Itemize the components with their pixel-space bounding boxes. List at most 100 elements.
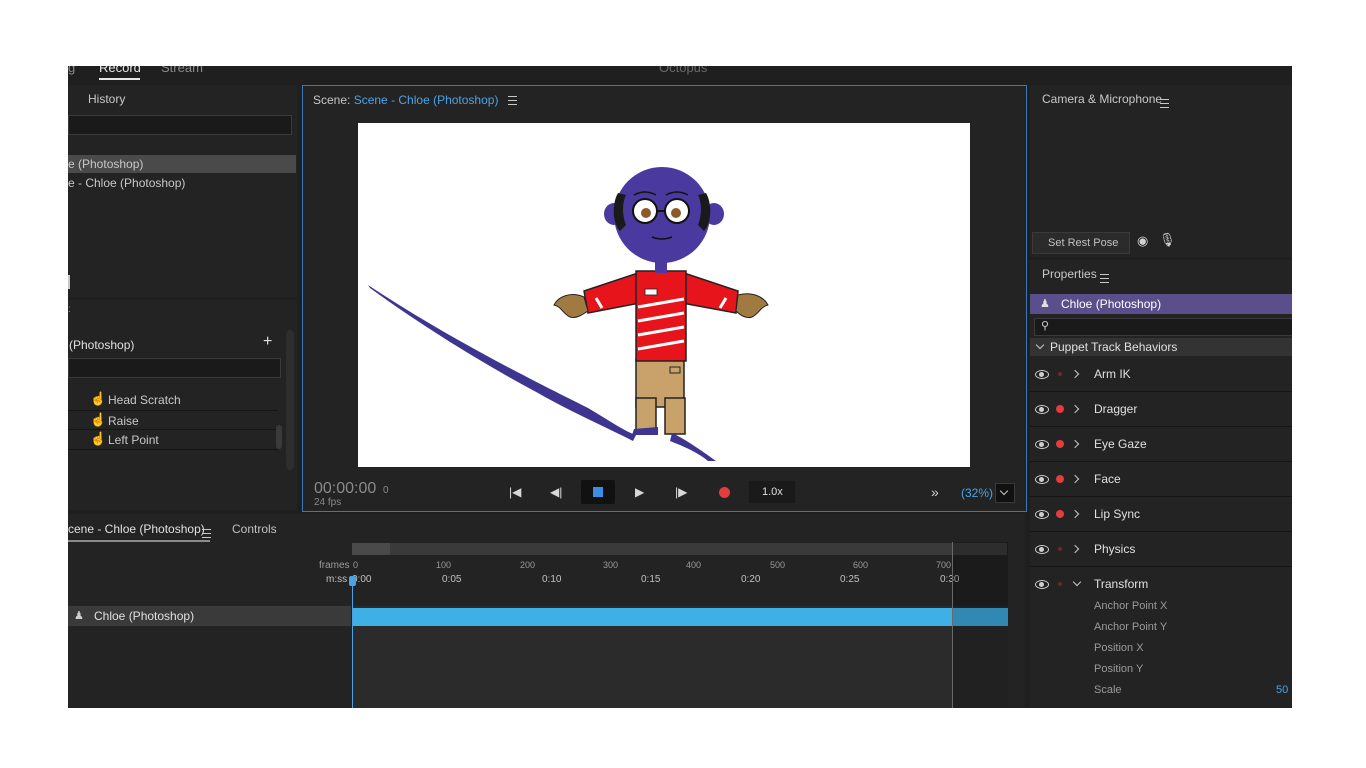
chevron-right-icon[interactable] (1070, 509, 1080, 519)
timeline-menu-icon[interactable] (202, 529, 211, 539)
arm-indicator[interactable] (1056, 475, 1064, 483)
play-button[interactable]: ▶ (635, 485, 644, 499)
camera-menu-icon[interactable] (1160, 99, 1169, 109)
behavior-label: Face (1094, 472, 1121, 486)
tab-partial[interactable]: g (68, 66, 75, 75)
camera-icon[interactable]: ◉ (1137, 233, 1148, 249)
hand-icon: ☝ (90, 391, 107, 406)
puppet-header[interactable]: ♟ Chloe (Photoshop) (1030, 294, 1292, 314)
behavior-row-dragger[interactable]: Dragger (1030, 392, 1292, 427)
right-pupil-shape (671, 208, 681, 218)
scale-value[interactable]: 50 (1276, 684, 1288, 696)
eye-icon[interactable] (1035, 370, 1049, 379)
search-icon: ⚲ (1041, 320, 1050, 332)
behavior-label: Lip Sync (1094, 507, 1141, 521)
zoom-value[interactable]: (32%) (961, 486, 993, 500)
arm-indicator[interactable] (1056, 405, 1064, 413)
step-back-button[interactable]: ◀| (550, 485, 562, 499)
panel-menu-fragment: : (68, 304, 71, 315)
work-area-handle[interactable] (352, 543, 390, 555)
tab-controls[interactable]: Controls (232, 522, 277, 536)
add-behavior-button[interactable]: + (263, 333, 272, 351)
playhead-line[interactable] (352, 576, 353, 708)
more-controls-button[interactable]: » (931, 484, 939, 500)
scene-name[interactable]: Scene - Chloe (Photoshop) (354, 93, 499, 107)
behavior-label: Head Scratch (108, 393, 181, 407)
list-item[interactable]: ☝ Head Scratch (68, 390, 278, 410)
arm-indicator[interactable] (1056, 440, 1064, 448)
scene-prefix: Scene: (313, 93, 351, 107)
chevron-down-icon[interactable] (1072, 577, 1082, 587)
properties-search-input[interactable]: ⚲ (1034, 318, 1292, 336)
chevron-right-icon[interactable] (1070, 369, 1080, 379)
stop-button[interactable] (581, 480, 615, 504)
eye-icon[interactable] (1035, 580, 1049, 589)
puppet-icon: ♟ (74, 610, 84, 622)
time-tick: 0:20 (741, 574, 761, 585)
eye-icon[interactable] (1035, 405, 1049, 414)
behavior-search-input[interactable] (68, 358, 281, 378)
go-to-start-button[interactable]: |◀ (509, 485, 521, 499)
timeline-end-marker (952, 542, 953, 708)
camera-title: Camera & Microphone (1042, 92, 1163, 106)
active-tab-underline (68, 540, 210, 542)
tab-stream[interactable]: Stream (161, 66, 203, 75)
set-rest-pose-button[interactable]: Set Rest Pose (1032, 232, 1130, 254)
arm-indicator[interactable] (1058, 372, 1062, 376)
timeline-work-area-bar[interactable] (352, 543, 1007, 555)
microphone-icon[interactable]: 🎙 (1159, 232, 1176, 248)
behavior-row-physics[interactable]: Physics (1030, 532, 1292, 567)
tab-timeline[interactable]: cene - Chloe (Photoshop) (68, 522, 205, 536)
frame-tick: 200 (520, 560, 536, 570)
scene-canvas[interactable] (358, 123, 970, 467)
arm-indicator[interactable] (1058, 547, 1062, 551)
step-forward-button[interactable]: |▶ (675, 485, 687, 499)
list-scroll-thumb[interactable] (276, 425, 282, 449)
record-button[interactable] (719, 487, 730, 498)
chevron-right-icon[interactable] (1070, 404, 1080, 414)
history-item-selected[interactable]: e (Photoshop) (68, 155, 296, 173)
eye-icon[interactable] (1035, 440, 1049, 449)
behavior-label: Eye Gaze (1094, 437, 1147, 451)
frame-tick: 0 (353, 560, 359, 570)
list-item[interactable]: ☝ Raise (68, 410, 278, 430)
scene-menu-icon[interactable] (507, 96, 517, 106)
timecode: 00:00:00 (314, 480, 377, 497)
timeline-panel: cene - Chloe (Photoshop) Controls frames… (68, 514, 1025, 708)
track-bar[interactable] (352, 608, 1008, 626)
history-search-input[interactable] (68, 115, 292, 135)
chevron-right-icon[interactable] (1070, 474, 1080, 484)
behaviors-list-title: (Photoshop) (69, 338, 135, 352)
puppet-track-behaviors-section[interactable]: Puppet Track Behaviors (1030, 338, 1292, 356)
track-header[interactable]: ♟ Chloe (Photoshop) (68, 606, 351, 626)
chevron-right-icon[interactable] (1070, 544, 1080, 554)
arm-indicator[interactable] (1058, 582, 1062, 586)
time-tick: 0:05 (442, 574, 462, 585)
scene-panel: Scene: Scene - Chloe (Photoshop) 00:00:0… (302, 85, 1027, 512)
list-scrollbar[interactable] (286, 330, 294, 470)
behavior-row-lip-sync[interactable]: Lip Sync (1030, 497, 1292, 532)
properties-menu-icon[interactable] (1100, 274, 1109, 284)
frame-index: 0 (383, 485, 389, 496)
frame-tick: 400 (686, 560, 702, 570)
section-title: Puppet Track Behaviors (1050, 340, 1178, 354)
behavior-row-transform[interactable]: Transform (1030, 567, 1292, 601)
speed-selector[interactable]: 1.0x (749, 481, 795, 503)
chevron-right-icon[interactable] (1070, 439, 1080, 449)
time-tick: 0:10 (542, 574, 562, 585)
eye-icon[interactable] (1035, 545, 1049, 554)
playhead-handle[interactable] (349, 576, 356, 586)
eye-icon[interactable] (1035, 475, 1049, 484)
arm-indicator[interactable] (1056, 510, 1064, 518)
eye-icon[interactable] (1035, 510, 1049, 519)
time-tick: 0:15 (641, 574, 661, 585)
behavior-row-eye-gaze[interactable]: Eye Gaze (1030, 427, 1292, 462)
behavior-row-face[interactable]: Face (1030, 462, 1292, 497)
zoom-dropdown-button[interactable] (995, 483, 1015, 503)
timeline-ruler[interactable]: 0 100 200 300 400 500 600 700 0:00 0:05 … (352, 558, 1012, 590)
list-item[interactable]: ☝ Left Point (68, 429, 278, 450)
tab-record[interactable]: Record (99, 66, 141, 75)
behavior-label: Arm IK (1094, 367, 1131, 381)
history-item[interactable]: e - Chloe (Photoshop) (68, 174, 296, 192)
behavior-row-arm-ik[interactable]: Arm IK (1030, 357, 1292, 392)
